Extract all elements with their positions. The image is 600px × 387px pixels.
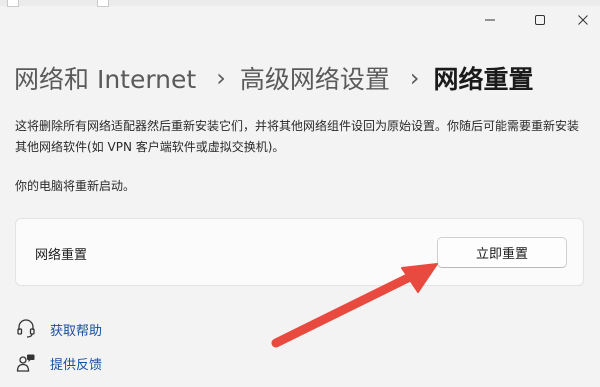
give-feedback-link[interactable]: 提供反馈 (15, 352, 102, 374)
network-reset-card: 网络重置 立即重置 (15, 218, 584, 286)
page-title: 网络重置 (433, 65, 534, 94)
close-icon (578, 15, 588, 25)
minimize-icon (485, 19, 495, 21)
breadcrumb-item-advanced-network-settings[interactable]: 高级网络设置 (240, 60, 390, 96)
maximize-icon (535, 15, 545, 25)
reset-description: 这将删除所有网络适配器然后重新安装它们，并将其他网络组件设回为原始设置。你随后可… (15, 119, 580, 154)
give-feedback-label[interactable]: 提供反馈 (50, 354, 102, 373)
restart-note: 你的电脑将重新启动。 (15, 179, 136, 193)
breadcrumb-item-network-internet[interactable]: 网络和 Internet (14, 60, 196, 96)
close-button[interactable] (560, 8, 600, 32)
breadcrumb: 网络和 Internet › 高级网络设置 › 网络重置 (14, 56, 533, 100)
taskbar-tab-fragment (7, 0, 19, 7)
minimize-button[interactable] (467, 8, 513, 32)
get-help-link[interactable]: 获取帮助 (15, 318, 102, 340)
network-reset-label: 网络重置 (35, 248, 88, 263)
window-top-strip (0, 0, 600, 6)
reset-now-button[interactable]: 立即重置 (437, 237, 567, 268)
maximize-button[interactable] (517, 8, 563, 32)
help-icon (15, 318, 37, 340)
feedback-icon (15, 352, 37, 374)
get-help-label[interactable]: 获取帮助 (50, 320, 102, 339)
taskbar-tab-fragment (97, 0, 109, 7)
breadcrumb-separator: › (216, 64, 226, 92)
breadcrumb-separator: › (409, 64, 420, 92)
